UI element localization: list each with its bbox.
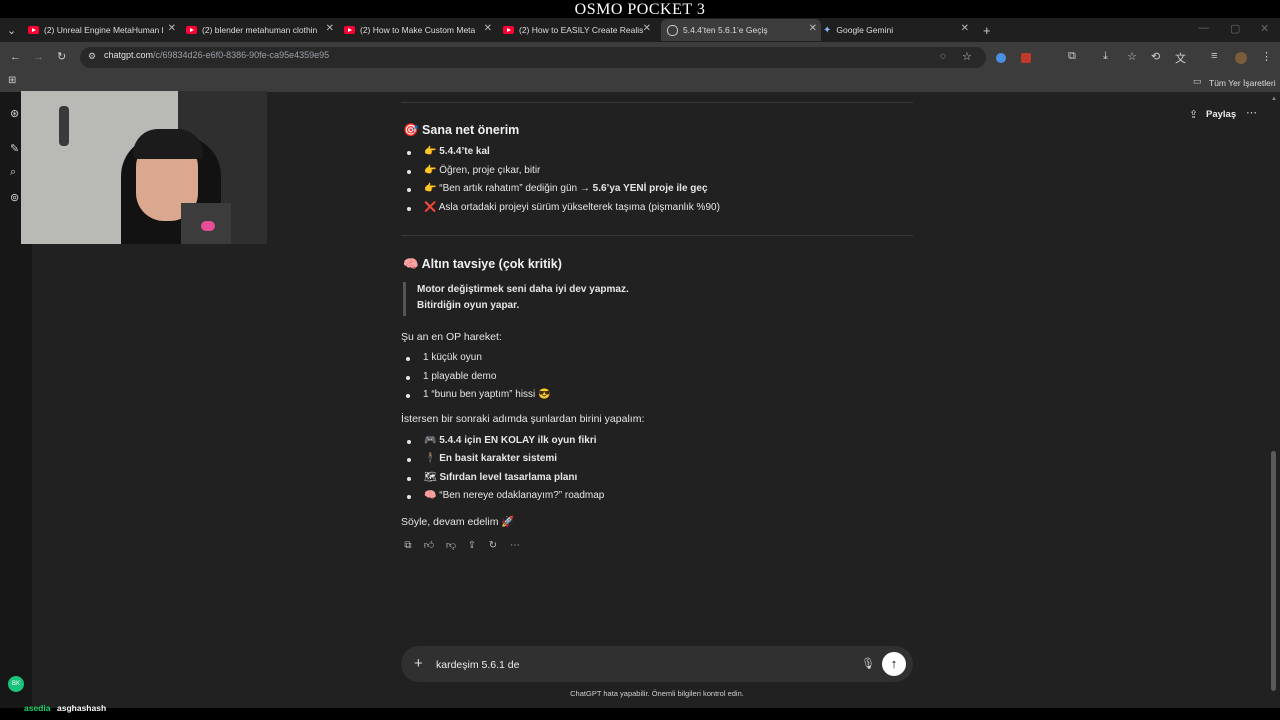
divider bbox=[401, 235, 913, 236]
tab-5[interactable]: ✦ Google Gemini ✕ bbox=[823, 19, 973, 41]
library-icon[interactable]: ⊚ bbox=[10, 191, 19, 204]
new-chat-icon[interactable]: ✎ bbox=[10, 142, 19, 155]
close-icon[interactable]: ✕ bbox=[326, 23, 334, 34]
closing-text: Söyle, devam edelim 🚀 bbox=[401, 516, 515, 528]
eye-off-icon[interactable]: ◌ bbox=[940, 51, 946, 62]
regenerate-icon[interactable]: ↻ bbox=[486, 539, 500, 553]
youtube-icon bbox=[186, 26, 197, 34]
overlay-title: OSMO POCKET 3 bbox=[574, 1, 706, 18]
tab-1[interactable]: (2) blender metahuman clothin ✕ bbox=[186, 19, 338, 41]
chatgpt-logo-icon[interactable]: ⊛ bbox=[10, 107, 19, 120]
tab-2[interactable]: (2) How to Make Custom Meta ✕ bbox=[344, 19, 496, 41]
extensions-puzzle-icon[interactable]: ⧉ bbox=[1068, 50, 1076, 63]
star-icon[interactable]: ☆ bbox=[962, 50, 972, 63]
disclaimer: ChatGPT hata yapabilir. Önemli bilgileri… bbox=[570, 689, 744, 698]
stream-username: asedia bbox=[24, 703, 51, 713]
tab-label: Google Gemini bbox=[836, 25, 894, 35]
webcam-overlay bbox=[21, 91, 267, 244]
list-item: 👉 5.4.4’te kal bbox=[407, 146, 490, 157]
list-item: 🕴 En basit karakter sistemi bbox=[407, 453, 557, 464]
divider bbox=[401, 102, 913, 103]
thumbs-up-icon[interactable]: 👍︎ bbox=[422, 539, 436, 553]
list-item: 1 “bunu ben yaptım” hissi 😎 bbox=[406, 389, 551, 400]
blockquote-line: Motor değiştirmek seni daha iyi dev yapm… bbox=[417, 284, 629, 295]
paragraph: Şu an en OP hareket: bbox=[401, 331, 502, 343]
translate-icon[interactable]: 文 bbox=[1175, 50, 1186, 66]
message-input[interactable]: kardeşim 5.6.1 de bbox=[436, 659, 519, 671]
media-icon[interactable]: ≡ bbox=[1211, 50, 1217, 62]
profile-avatar[interactable] bbox=[1235, 52, 1247, 64]
list-item: 👉 Öğren, proje çıkar, bitir bbox=[407, 165, 540, 176]
scrollbar[interactable]: ▲ bbox=[1270, 96, 1278, 696]
section-heading: 🎯 Sana net önerim bbox=[403, 123, 520, 137]
forward-icon[interactable]: → bbox=[33, 51, 44, 63]
tab-label: (2) How to Make Custom Meta bbox=[360, 25, 476, 35]
tab-0[interactable]: (2) Unreal Engine MetaHuman l ✕ bbox=[28, 19, 180, 41]
all-bookmarks-label[interactable]: Tüm Yer İşaretleri bbox=[1209, 78, 1276, 88]
close-icon[interactable]: ✕ bbox=[809, 23, 817, 34]
more-icon[interactable]: ⋯ bbox=[508, 539, 522, 553]
close-icon[interactable]: ✕ bbox=[168, 23, 176, 34]
tab-label: (2) blender metahuman clothin bbox=[202, 25, 318, 35]
extension-icon[interactable] bbox=[996, 53, 1006, 63]
list-item: 🧠 “Ben nereye odaklanayım?” roadmap bbox=[407, 490, 604, 501]
extension-icon[interactable] bbox=[1021, 53, 1031, 63]
blockquote-line: Bitirdiğin oyun yapar. bbox=[417, 300, 520, 311]
list-item: 🗺 Sıfırdan level tasarlama planı bbox=[407, 472, 577, 483]
close-icon[interactable]: ✕ bbox=[961, 23, 969, 34]
download-icon[interactable]: ⤓ bbox=[1103, 50, 1108, 63]
close-icon[interactable]: ✕ bbox=[643, 23, 651, 34]
gemini-icon: ✦ bbox=[823, 24, 832, 36]
tab-3[interactable]: (2) How to EASILY Create Realis ✕ bbox=[503, 19, 655, 41]
scrollbar-thumb[interactable] bbox=[1271, 451, 1276, 691]
more-icon[interactable]: ⋯ bbox=[1246, 106, 1257, 119]
send-button[interactable]: ↑ bbox=[882, 652, 906, 676]
site-info-icon[interactable]: ⚙ bbox=[88, 51, 96, 62]
search-icon[interactable]: ⌕ bbox=[10, 166, 16, 179]
bookmark-star-icon[interactable]: ☆ bbox=[1127, 50, 1137, 63]
tab-label: (2) How to EASILY Create Realis bbox=[519, 25, 644, 35]
copy-icon[interactable]: ⧉ bbox=[401, 539, 415, 553]
window-close-icon[interactable]: ✕ bbox=[1260, 22, 1269, 35]
avatar[interactable]: BK bbox=[8, 676, 24, 692]
list-item: 👉 “Ben artık rahatım” dediğin gün → 5.6’… bbox=[407, 183, 708, 194]
reload-icon[interactable]: ↻ bbox=[57, 50, 66, 63]
url-text: chatgpt.com/c/69834d26-e6f0-8386-90fe-ca… bbox=[104, 50, 330, 60]
tab-label: 5.4.4’ten 5.6.1’e Geçiş bbox=[683, 25, 768, 35]
list-item: 🎮 5.4.4 için EN KOLAY ilk oyun fikri bbox=[407, 435, 597, 446]
thumbs-down-icon[interactable]: 👎︎ bbox=[444, 539, 458, 553]
list-item: 1 playable demo bbox=[406, 371, 496, 382]
list-item: ❌ Asla ortadaki projeyi sürüm yükseltere… bbox=[407, 202, 720, 213]
blockquote-bar bbox=[403, 282, 406, 316]
youtube-icon bbox=[344, 26, 355, 34]
paragraph: İstersen bir sonraki adımda şunlardan bi… bbox=[401, 413, 645, 425]
tab-4-active[interactable]: 5.4.4’ten 5.6.1’e Geçiş ✕ bbox=[661, 19, 821, 41]
microphone-icon[interactable]: 🎙︎ bbox=[861, 657, 875, 670]
back-icon[interactable]: ← bbox=[10, 51, 21, 63]
share-icon[interactable]: ⇪ bbox=[465, 539, 479, 553]
stream-username: asghashash bbox=[57, 703, 107, 713]
menu-icon[interactable]: ⋮ bbox=[1261, 50, 1272, 63]
folder-icon: ▭ bbox=[1193, 76, 1202, 86]
share-icon: ⇪ bbox=[1189, 109, 1199, 121]
scroll-up-icon[interactable]: ▲ bbox=[1271, 96, 1277, 102]
minimize-icon[interactable]: — bbox=[1198, 22, 1209, 34]
history-icon[interactable]: ⟲ bbox=[1151, 50, 1160, 63]
attach-plus-icon[interactable]: + bbox=[414, 655, 423, 672]
close-icon[interactable]: ✕ bbox=[484, 23, 492, 34]
maximize-icon[interactable]: ▢ bbox=[1230, 22, 1240, 35]
share-button[interactable]: Paylaş bbox=[1206, 109, 1236, 120]
stream-strip bbox=[0, 708, 1280, 720]
tab-label: (2) Unreal Engine MetaHuman l bbox=[44, 25, 164, 35]
apps-grid-icon[interactable]: ⊞ bbox=[8, 75, 16, 86]
bookmarks-bar bbox=[0, 72, 1280, 92]
new-tab-icon[interactable]: + bbox=[983, 23, 991, 38]
list-item: 1 küçük oyun bbox=[406, 352, 482, 363]
section-heading: 🧠 Altın tavsiye (çok kritik) bbox=[403, 257, 562, 271]
tab-search-icon[interactable]: ⌄ bbox=[7, 24, 16, 37]
youtube-icon bbox=[28, 26, 39, 34]
chatgpt-icon bbox=[667, 24, 678, 36]
youtube-icon bbox=[503, 26, 514, 34]
